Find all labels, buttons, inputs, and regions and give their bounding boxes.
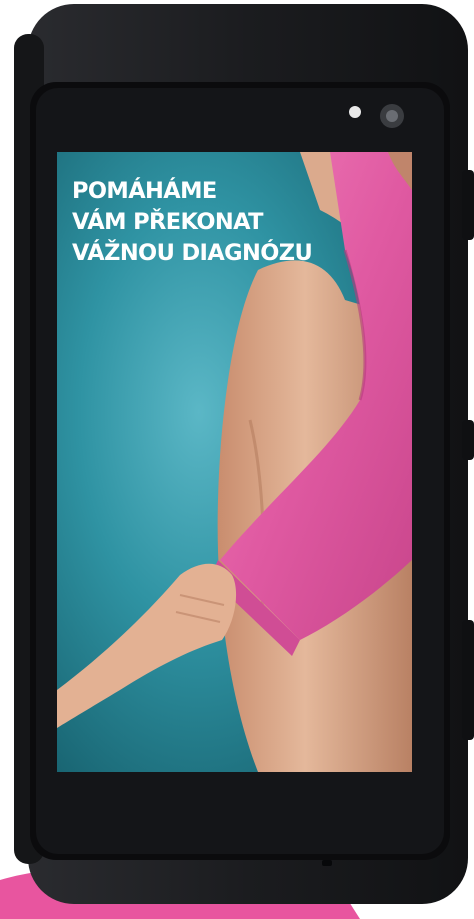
headline-line-1: POMÁHÁME xyxy=(72,178,217,204)
headline-line-3: VÁŽNOU DIAGNÓZU xyxy=(72,240,313,266)
phone-ad-scene xyxy=(0,4,474,919)
headline-line-2: VÁM PŘEKONAT xyxy=(72,209,264,235)
light-sensor-icon xyxy=(349,106,361,118)
ad-headline: POMÁHÁME VÁM PŘEKONAT VÁŽNOU DIAGNÓZU xyxy=(72,176,372,269)
